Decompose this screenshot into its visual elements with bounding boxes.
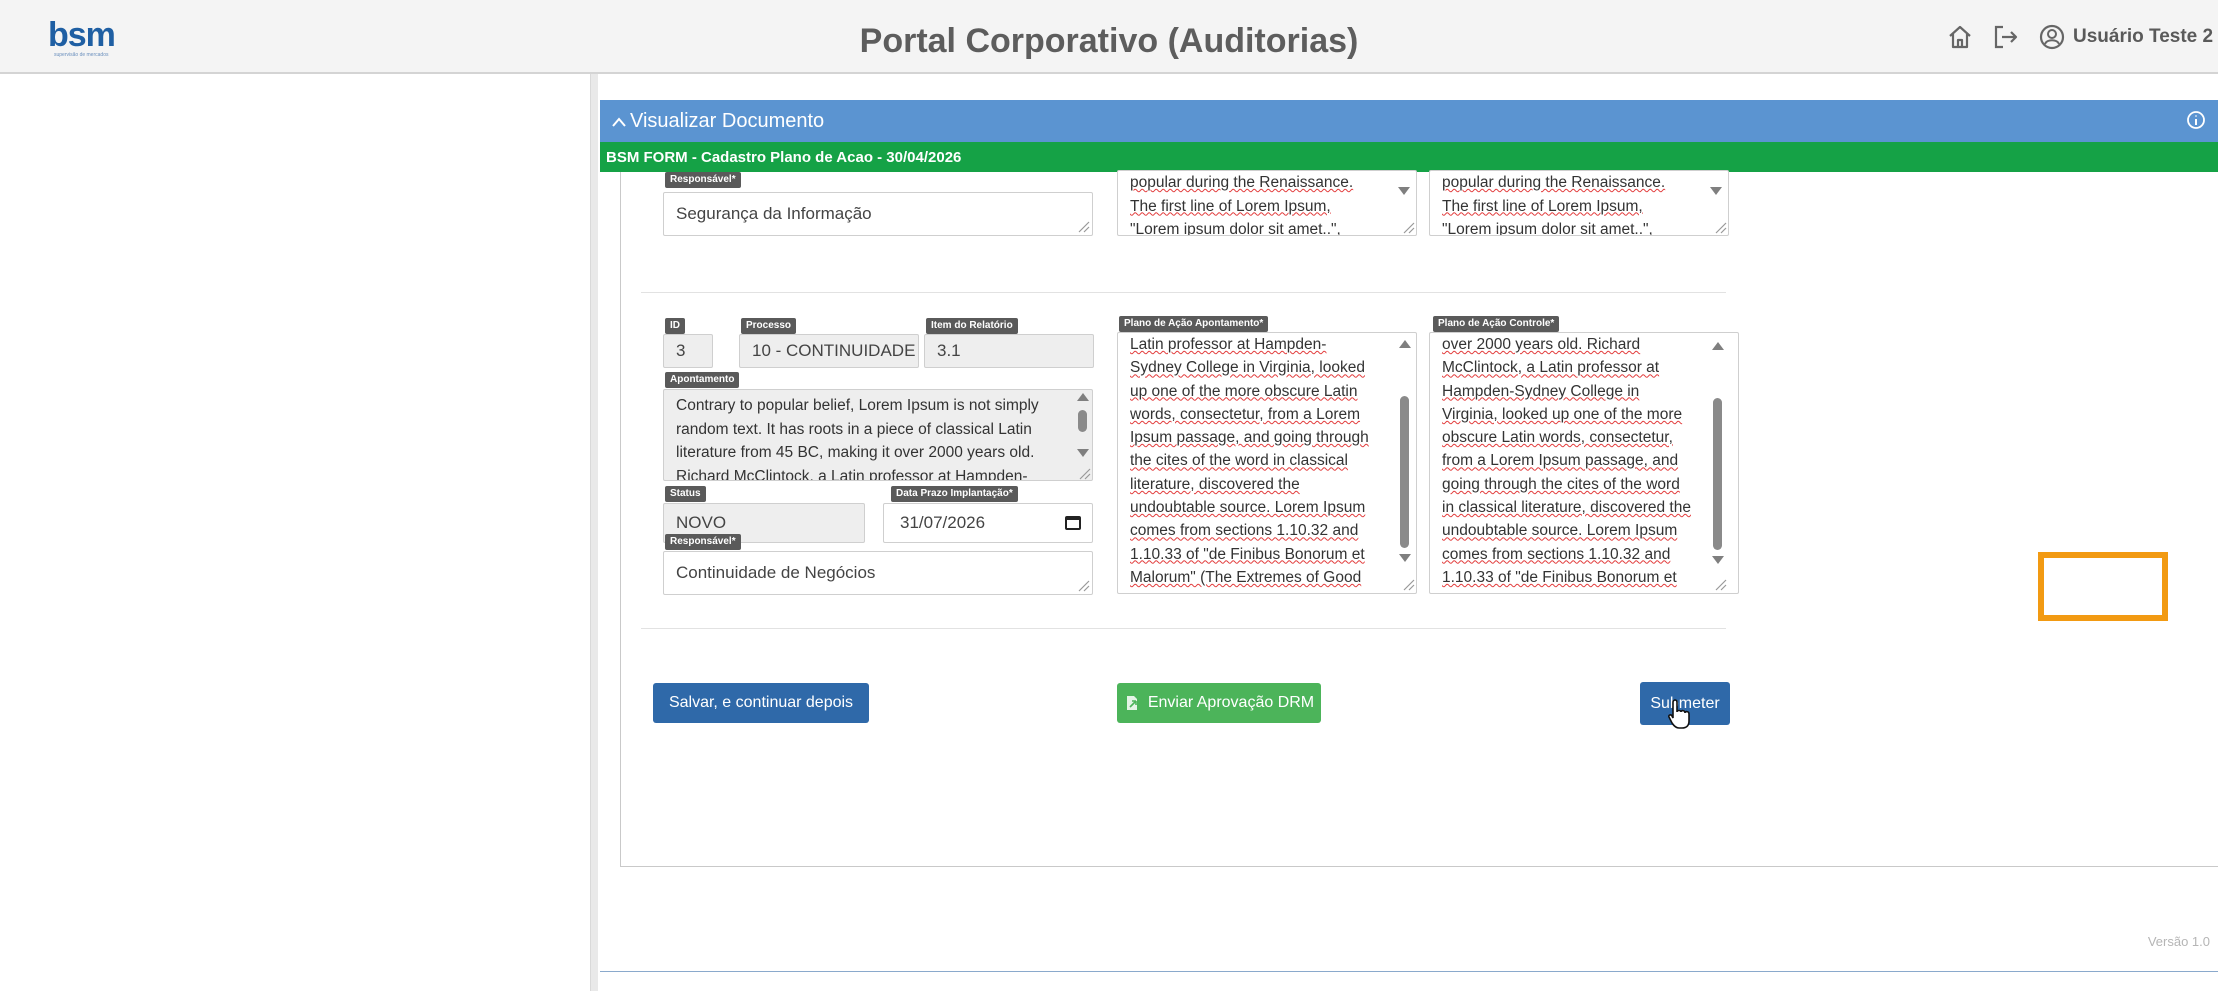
responsavel-field-2[interactable]: Continuidade de Negócios <box>663 551 1093 595</box>
apontamento-text: Contrary to popular belief, Lorem Ipsum … <box>676 397 1039 481</box>
plano-controle-text: over 2000 years old. Richard McClintock,… <box>1442 336 1691 593</box>
panel-header-title[interactable]: Visualizar Documento <box>612 110 824 133</box>
resize-grip-icon[interactable] <box>1401 577 1415 591</box>
resize-grip-icon[interactable] <box>1077 466 1091 480</box>
document-send-icon <box>1126 696 1137 710</box>
scroll-up-arrow[interactable] <box>1077 393 1089 401</box>
top-icons: Usuário Teste 2 CTVM <box>1945 22 2218 52</box>
home-icon[interactable] <box>1945 22 1975 52</box>
scroll-down-arrow[interactable] <box>1398 187 1410 195</box>
scroll-thumb[interactable] <box>1078 410 1087 432</box>
item-relatorio-field[interactable]: 3.1 <box>924 334 1094 368</box>
item-relatorio-label: Item do Relatório <box>926 318 1018 334</box>
plano-apontamento-field-1[interactable]: popular during the Renaissance. The firs… <box>1117 170 1417 236</box>
scroll-down-arrow[interactable] <box>1712 556 1724 564</box>
logo-text: bsm <box>48 16 116 54</box>
plano-controle-text-1: popular during the Renaissance. The firs… <box>1442 174 1666 236</box>
data-prazo-label: Data Prazo Implantação* <box>891 486 1018 502</box>
bottom-divider <box>600 971 2218 972</box>
form-title-bar: BSM FORM - Cadastro Plano de Acao - 30/0… <box>600 142 2218 172</box>
plano-controle-field-1[interactable]: popular during the Renaissance. The firs… <box>1429 170 1729 236</box>
scroll-up-arrow[interactable] <box>1712 342 1724 350</box>
scrollbar[interactable] <box>1076 393 1090 475</box>
panel-header-label: Visualizar Documento <box>630 110 825 132</box>
send-approval-label: Enviar Aprovação DRM <box>1147 694 1315 711</box>
processo-label: Processo <box>741 318 797 334</box>
status-label: Status <box>665 486 706 502</box>
row-divider <box>641 628 1726 629</box>
chevron-up-icon <box>612 117 626 127</box>
scroll-down-arrow[interactable] <box>1077 449 1089 457</box>
scroll-down-arrow[interactable] <box>1710 187 1722 195</box>
id-label: ID <box>665 318 685 334</box>
plano-apontamento-label: Plano de Ação Apontamento* <box>1119 316 1269 332</box>
logo-subtitle: supervisão de mercados <box>54 52 109 58</box>
bsm-logo[interactable]: bsm supervisão de mercados <box>48 16 178 58</box>
scrollbar[interactable] <box>1711 338 1725 578</box>
hand-cursor-icon <box>1668 699 1690 729</box>
save-continue-button[interactable]: Salvar, e continuar depois <box>653 683 869 723</box>
submit-highlight-frame <box>2038 552 2168 621</box>
scroll-down-arrow[interactable] <box>1399 554 1411 562</box>
form-area: Responsável* Segurança da Informação pop… <box>620 170 2218 867</box>
form-title: BSM FORM - Cadastro Plano de Acao - 30/0… <box>606 149 962 166</box>
send-approval-button[interactable]: Enviar Aprovação DRM <box>1117 683 1321 723</box>
plano-controle-label: Plano de Ação Controle* <box>1433 316 1560 332</box>
resize-grip-icon[interactable] <box>1713 220 1727 234</box>
data-prazo-field[interactable]: 31/07/2026 <box>883 503 1093 543</box>
responsavel-label-2: Responsável* <box>665 534 741 550</box>
plano-apontamento-text: Latin professor at Hampden-Sydney Colleg… <box>1130 336 1369 593</box>
left-panel <box>0 74 591 991</box>
scroll-thumb[interactable] <box>1400 396 1409 548</box>
resize-grip-icon[interactable] <box>1076 219 1090 233</box>
responsavel-label-1: Responsável* <box>665 172 741 188</box>
responsavel-field-1[interactable]: Segurança da Informação <box>663 192 1093 236</box>
page-title: Portal Corporativo (Auditorias) <box>859 22 1359 60</box>
processo-field[interactable]: 10 - CONTINUIDADE DE N <box>739 334 919 368</box>
scrollbar[interactable] <box>1398 336 1412 576</box>
user-name[interactable]: Usuário Teste 2 CTVM <box>2073 26 2218 48</box>
resize-grip-icon[interactable] <box>1401 220 1415 234</box>
scroll-thumb[interactable] <box>1713 398 1722 550</box>
resize-grip-icon[interactable] <box>1076 578 1090 592</box>
top-bar: bsm supervisão de mercados Portal Corpor… <box>0 0 2218 74</box>
info-icon[interactable] <box>2186 110 2206 130</box>
id-field[interactable]: 3 <box>663 334 713 368</box>
row-divider <box>641 292 1726 293</box>
panel-header[interactable]: Visualizar Documento <box>600 100 2218 142</box>
logout-icon[interactable] <box>1991 22 2021 52</box>
user-icon[interactable] <box>2037 22 2067 52</box>
plano-controle-field[interactable]: over 2000 years old. Richard McClintock,… <box>1429 332 1739 594</box>
resize-grip-icon[interactable] <box>1713 577 1727 591</box>
main-content: Visualizar Documento BSM FORM - Cadastro… <box>598 74 2218 991</box>
version-label: Versão 1.0 <box>2147 934 2210 949</box>
scroll-up-arrow[interactable] <box>1399 340 1411 348</box>
plano-apontamento-field[interactable]: Latin professor at Hampden-Sydney Colleg… <box>1117 332 1417 594</box>
calendar-icon[interactable] <box>1065 516 1081 530</box>
plano-apontamento-text-1: popular during the Renaissance. The firs… <box>1130 174 1354 236</box>
apontamento-field[interactable]: Contrary to popular belief, Lorem Ipsum … <box>663 389 1093 481</box>
apontamento-label: Apontamento <box>665 372 740 388</box>
